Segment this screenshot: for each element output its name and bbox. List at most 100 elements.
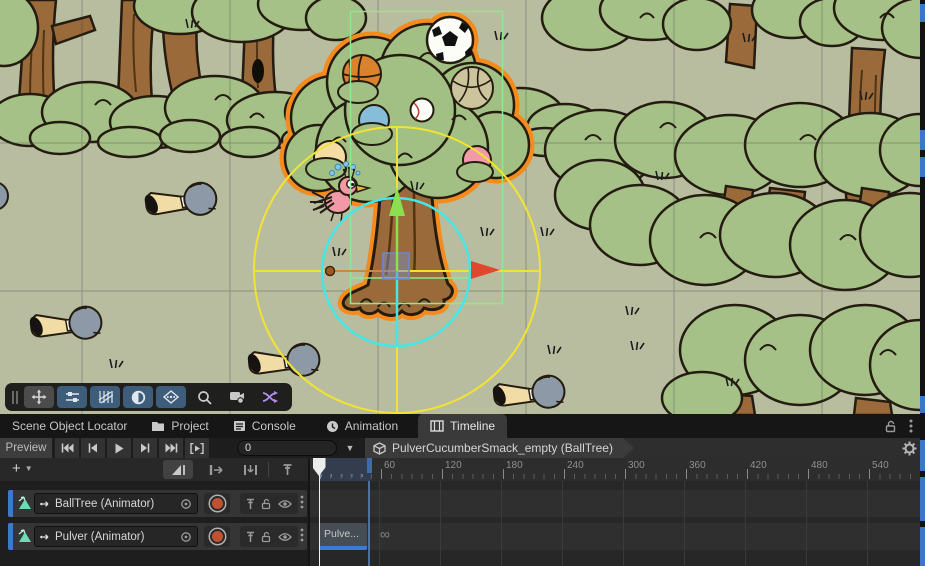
add-track-button[interactable]: +▼ (12, 460, 33, 477)
ruler-label: 420 (750, 460, 767, 471)
playhead-line (319, 474, 321, 566)
volleyball[interactable] (451, 67, 493, 109)
go-to-start-button[interactable] (55, 438, 79, 458)
hatch-icon (98, 390, 113, 404)
play-range-button[interactable] (185, 438, 209, 458)
camera-tool-button[interactable] (222, 386, 252, 408)
previous-frame-button[interactable] (81, 438, 105, 458)
frame-counter-input[interactable] (237, 440, 337, 456)
timeline-settings-button[interactable] (902, 441, 917, 456)
edit-mode-mix-button[interactable] (201, 460, 231, 479)
go-to-end-button[interactable] (159, 438, 183, 458)
tab-label: Animation (345, 419, 398, 433)
curves-view-button[interactable] (163, 460, 193, 479)
ruler-label: 120 (445, 460, 462, 471)
ruler-label: 240 (567, 460, 584, 471)
track-row-balltree[interactable]: BallTree (Animator) (8, 490, 307, 517)
shuffle-tool-button[interactable] (255, 386, 285, 408)
tab-timeline[interactable]: Timeline (418, 414, 507, 438)
lock-open-icon[interactable] (261, 498, 272, 510)
record-button[interactable] (204, 526, 230, 547)
record-button[interactable] (204, 493, 230, 514)
folder-icon (151, 420, 165, 432)
timeline-ruler[interactable]: 60 120 180 240 300 360 420 480 540 (310, 458, 925, 481)
zoom-tool-button[interactable] (189, 386, 219, 408)
ruler-label: 180 (506, 460, 523, 471)
edit-mode-replace-button[interactable] (235, 460, 265, 479)
eye-icon[interactable] (278, 499, 292, 509)
scene-canvas (0, 0, 925, 415)
shuffle-icon (262, 390, 278, 404)
timeline-control-bar: Preview ▼ (0, 438, 925, 458)
marker-pin-button[interactable] (272, 460, 302, 479)
animator-object-field[interactable]: Pulver (Animator) (34, 526, 198, 547)
tab-project[interactable]: Project (139, 414, 220, 438)
track-name: Pulver (Animator) (55, 531, 144, 543)
play-button[interactable] (107, 438, 131, 458)
ruler-label: 480 (811, 460, 828, 471)
track-kebab-icon[interactable] (300, 494, 304, 510)
baseball[interactable] (411, 99, 434, 122)
filmstrip-icon (430, 420, 444, 432)
duration-end-line (368, 481, 370, 566)
preview-toggle-button[interactable]: Preview (0, 438, 52, 458)
animation-clip[interactable]: Pulve... (319, 523, 367, 550)
animation-track-icon (17, 496, 32, 510)
ruler-label: 60 (384, 460, 395, 471)
pin-icon[interactable] (246, 498, 255, 510)
next-frame-button[interactable] (133, 438, 157, 458)
animator-object-field[interactable]: BallTree (Animator) (34, 493, 198, 514)
duration-end-marker[interactable] (367, 458, 372, 473)
pivot-dot[interactable] (326, 267, 335, 276)
tab-label: Console (252, 419, 296, 433)
frame-options-dropdown[interactable]: ▼ (337, 438, 363, 458)
track-row-pulver[interactable]: Pulver (Animator) (8, 523, 307, 550)
prefab-arrow-icon (40, 499, 51, 509)
kebab-menu-icon[interactable] (909, 419, 913, 433)
lock-open-icon[interactable] (884, 420, 897, 433)
track-options-group (240, 493, 298, 514)
play-icon (115, 443, 124, 454)
camera-icon (229, 390, 245, 404)
eye-icon[interactable] (278, 532, 292, 542)
scene-toolbar (5, 383, 292, 411)
clock-icon (326, 420, 339, 433)
breadcrumb-chevron (623, 438, 635, 458)
gear-icon (902, 441, 917, 456)
object-picker-icon[interactable] (180, 531, 192, 543)
hatch-fill-tool-button[interactable] (90, 386, 120, 408)
track-kebab-icon[interactable] (300, 527, 304, 543)
soccer-ball[interactable] (427, 17, 473, 63)
toolbar-drag-handle[interactable] (12, 391, 18, 404)
breadcrumb-item[interactable]: PulverCucumberSmack_empty (BallTree) (365, 438, 623, 458)
move-icon (31, 389, 47, 405)
curves-icon (171, 464, 186, 476)
tab-console[interactable]: Console (221, 414, 308, 438)
clip-arrow-right-icon (209, 464, 224, 476)
object-picker-icon[interactable] (180, 498, 192, 510)
circle-tool-button[interactable] (123, 386, 153, 408)
console-icon (233, 420, 246, 432)
ruler-label: 300 (628, 460, 645, 471)
cube-icon (373, 442, 386, 455)
move-tool-button[interactable] (24, 386, 54, 408)
lock-open-icon[interactable] (261, 531, 272, 543)
edge-scrollbar[interactable] (920, 0, 925, 566)
clip-insert-icon (243, 464, 258, 476)
pin-icon[interactable] (246, 531, 255, 543)
sliders-tool-button[interactable] (57, 386, 87, 408)
go-to-end-icon (165, 443, 178, 453)
sliders-icon (65, 390, 80, 404)
next-frame-icon (140, 443, 150, 453)
ruler-label: 540 (872, 460, 889, 471)
clip-loop-indicator: ∞ (380, 527, 390, 541)
go-to-start-icon (61, 443, 74, 453)
track-content-area[interactable]: Pulve... ∞ (310, 481, 925, 566)
tab-label: Scene Object Locator (12, 419, 127, 433)
tab-animation[interactable]: Animation (314, 414, 410, 438)
skew-tool-button[interactable] (156, 386, 186, 408)
tab-scene-object-locator[interactable]: Scene Object Locator (0, 414, 139, 438)
breadcrumb: PulverCucumberSmack_empty (BallTree) (365, 438, 925, 458)
scene-view[interactable] (0, 0, 925, 415)
prefab-arrow-icon (40, 532, 51, 542)
